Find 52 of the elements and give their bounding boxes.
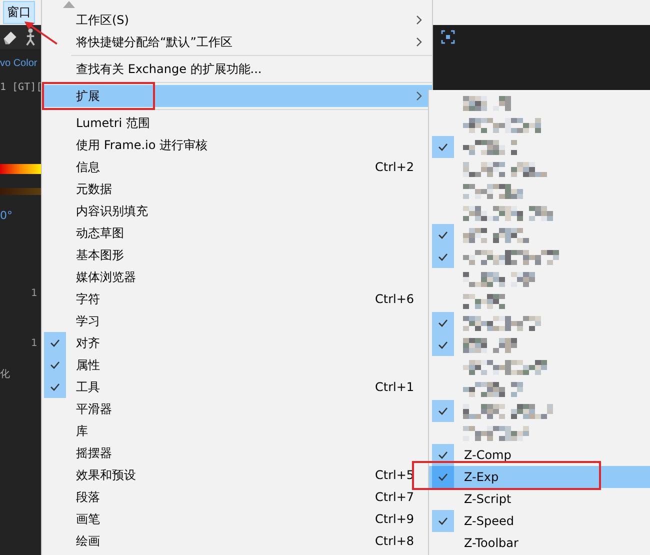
pixelated-label <box>463 382 523 396</box>
panel-text: 1 <box>31 338 38 349</box>
pixelated-label <box>463 228 529 242</box>
menu-item[interactable]: 段落 Ctrl+7 <box>42 486 432 508</box>
menu-item[interactable]: Z-Toolbar <box>429 532 650 554</box>
panel-text: 化 <box>0 368 10 381</box>
panel-text: vo Color <box>0 58 38 69</box>
pixelated-label <box>463 272 535 286</box>
pixelated-label <box>463 140 517 154</box>
scroll-up-icon[interactable] <box>63 1 75 8</box>
chevron-right-icon <box>416 37 422 47</box>
panel-text: 1 [GT][ <box>0 82 42 93</box>
menu-bar-item[interactable]: 窗口 <box>3 1 35 24</box>
person-icon[interactable] <box>25 28 36 46</box>
menu-item[interactable]: Z-Speed <box>429 510 650 532</box>
chevron-right-icon <box>416 91 422 101</box>
menu-item[interactable]: 库 <box>42 420 432 442</box>
pixelated-label <box>463 338 517 352</box>
pixelated-label <box>463 96 511 110</box>
menu-item[interactable]: 绘画 Ctrl+8 <box>42 530 432 552</box>
menu-item[interactable]: Z-Script <box>429 488 650 510</box>
menu-item[interactable]: 工具 Ctrl+1 <box>42 376 432 398</box>
menu-item[interactable]: 对齐 <box>42 332 432 354</box>
menu-item[interactable]: 属性 <box>42 354 432 376</box>
color-gradient-bar <box>0 164 42 174</box>
focus-icon[interactable] <box>441 30 455 44</box>
menu-item[interactable]: 工作区(S) <box>42 9 432 31</box>
menu-item[interactable]: 使用 Frame.io 进行审核 <box>42 134 432 156</box>
menu-item[interactable]: 媒体浏览器 <box>42 266 432 288</box>
chevron-right-icon <box>416 15 422 25</box>
menu-item[interactable]: 画笔 Ctrl+9 <box>42 508 432 530</box>
menu-item[interactable]: 效果和预设 Ctrl+5 <box>42 464 432 486</box>
menu-item[interactable]: 基本图形 <box>42 244 432 266</box>
menu-item[interactable]: 字符 Ctrl+6 <box>42 288 432 310</box>
panel-text: 1 <box>31 288 38 299</box>
menu-item[interactable]: 扩展 <box>42 85 432 107</box>
menu-item[interactable]: 摇摆器 <box>42 442 432 464</box>
pixelated-label <box>463 426 529 440</box>
menu-item[interactable]: 将快捷键分配给“默认”工作区 <box>42 31 432 53</box>
menu-item[interactable]: 平滑器 <box>42 398 432 420</box>
menu-item[interactable]: 信息 Ctrl+2 <box>42 156 432 178</box>
menu-item[interactable]: 元数据 <box>42 178 432 200</box>
pixelated-label <box>463 184 523 198</box>
menu-item[interactable]: 内容识别填充 <box>42 200 432 222</box>
menu-item[interactable]: Z-Exp <box>429 466 650 488</box>
menu-item[interactable]: 查找有关 Exchange 的扩展功能... <box>42 58 432 80</box>
menu-item[interactable]: 学习 <box>42 310 432 332</box>
menu-item[interactable]: Z-Comp <box>429 444 650 466</box>
menu-item[interactable]: Lumetri 范围 <box>42 112 432 134</box>
color-gradient-bar <box>0 188 42 195</box>
panel-text: 0° <box>0 209 12 222</box>
menu-item[interactable]: 动态草图 <box>42 222 432 244</box>
